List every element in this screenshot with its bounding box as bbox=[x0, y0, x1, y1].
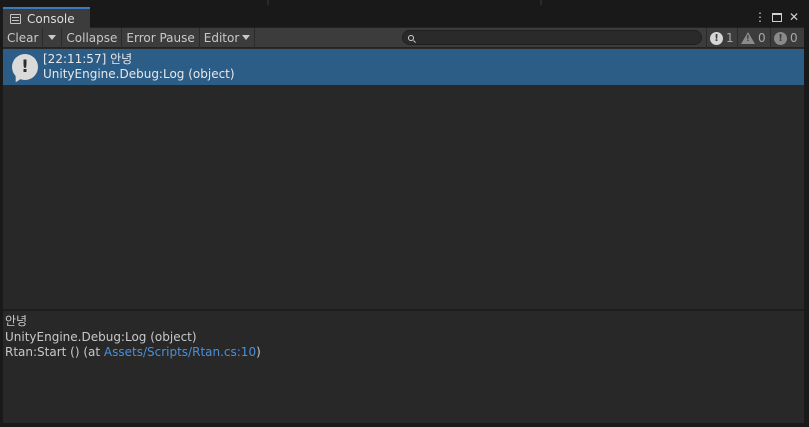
tab-title: Console bbox=[27, 11, 75, 26]
log-source: UnityEngine.Debug:Log (object) bbox=[43, 67, 235, 81]
info-icon: ! bbox=[710, 31, 723, 45]
error-icon: ! bbox=[774, 31, 787, 45]
log-count-toggle[interactable]: ! 1 bbox=[706, 28, 737, 48]
search-icon bbox=[408, 34, 414, 41]
maximize-icon[interactable] bbox=[772, 12, 782, 22]
error-count-toggle[interactable]: ! 0 bbox=[770, 28, 801, 48]
window-controls: ⋮ ✕ bbox=[754, 10, 800, 24]
collapse-button[interactable]: Collapse bbox=[62, 27, 123, 48]
divider-tick bbox=[540, 0, 542, 5]
log-list[interactable]: ! [22:11:57] 안녕 UnityEngine.Debug:Log (o… bbox=[3, 49, 804, 309]
clear-button[interactable]: Clear bbox=[3, 27, 44, 48]
detail-trace-line: UnityEngine.Debug:Log (object) bbox=[5, 329, 197, 344]
clear-options-dropdown[interactable] bbox=[43, 27, 63, 48]
log-timestamp: [22:11:57] bbox=[43, 52, 107, 66]
detail-trace-line: Rtan:Start () (at Assets/Scripts/Rtan.cs… bbox=[5, 345, 261, 359]
detail-message: 안녕 bbox=[5, 314, 28, 328]
error-pause-button[interactable]: Error Pause bbox=[122, 27, 200, 48]
editor-dropdown[interactable]: Editor bbox=[200, 27, 256, 48]
close-icon[interactable]: ✕ bbox=[788, 10, 800, 24]
chevron-down-icon bbox=[242, 35, 251, 40]
warning-count-toggle[interactable]: ! 0 bbox=[737, 28, 769, 48]
warning-icon: ! bbox=[741, 32, 755, 44]
info-message-icon: ! bbox=[12, 54, 38, 80]
chevron-down-icon bbox=[48, 35, 57, 40]
script-link[interactable]: Assets/Scripts/Rtan.cs:10 bbox=[104, 345, 256, 359]
console-toolbar: Clear Collapse Error Pause Editor ! 1 ! … bbox=[3, 27, 804, 48]
divider-tick bbox=[267, 0, 269, 5]
log-entry-text: [22:11:57] 안녕 UnityEngine.Debug:Log (obj… bbox=[43, 52, 235, 82]
kebab-menu-icon[interactable]: ⋮ bbox=[754, 10, 766, 24]
log-message: 안녕 bbox=[110, 52, 133, 66]
stack-trace-panel: 안녕 UnityEngine.Debug:Log (object) Rtan:S… bbox=[3, 311, 804, 423]
console-panel: Console ⋮ ✕ Clear Collapse Error Pause E… bbox=[2, 6, 805, 424]
log-entry[interactable]: ! [22:11:57] 안녕 UnityEngine.Debug:Log (o… bbox=[3, 49, 804, 85]
search-input[interactable] bbox=[418, 31, 688, 44]
console-icon bbox=[10, 13, 21, 24]
tab-console[interactable]: Console bbox=[3, 7, 90, 28]
search-field[interactable] bbox=[402, 30, 702, 45]
tab-bar: Console ⋮ ✕ bbox=[3, 7, 804, 28]
